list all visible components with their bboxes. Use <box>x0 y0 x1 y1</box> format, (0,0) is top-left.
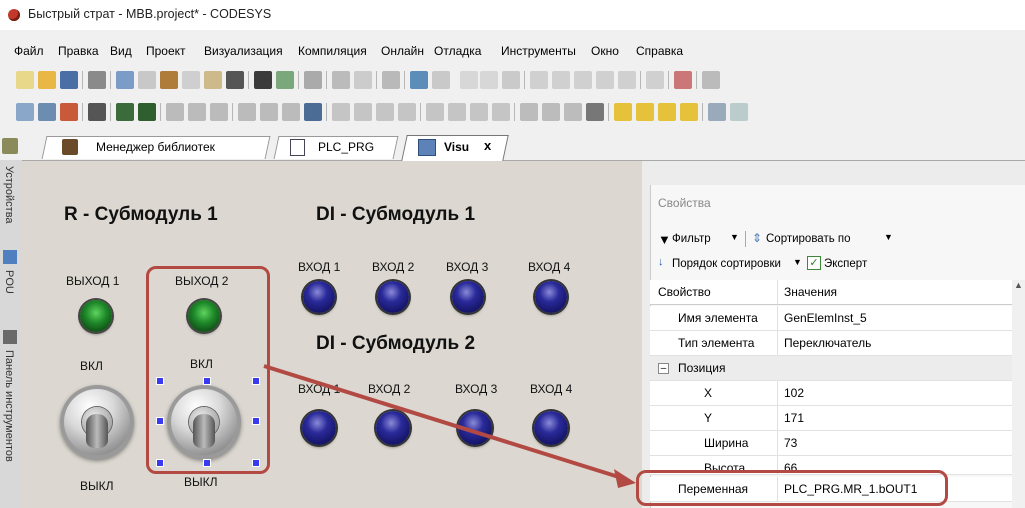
annotation-arrow <box>263 364 636 488</box>
